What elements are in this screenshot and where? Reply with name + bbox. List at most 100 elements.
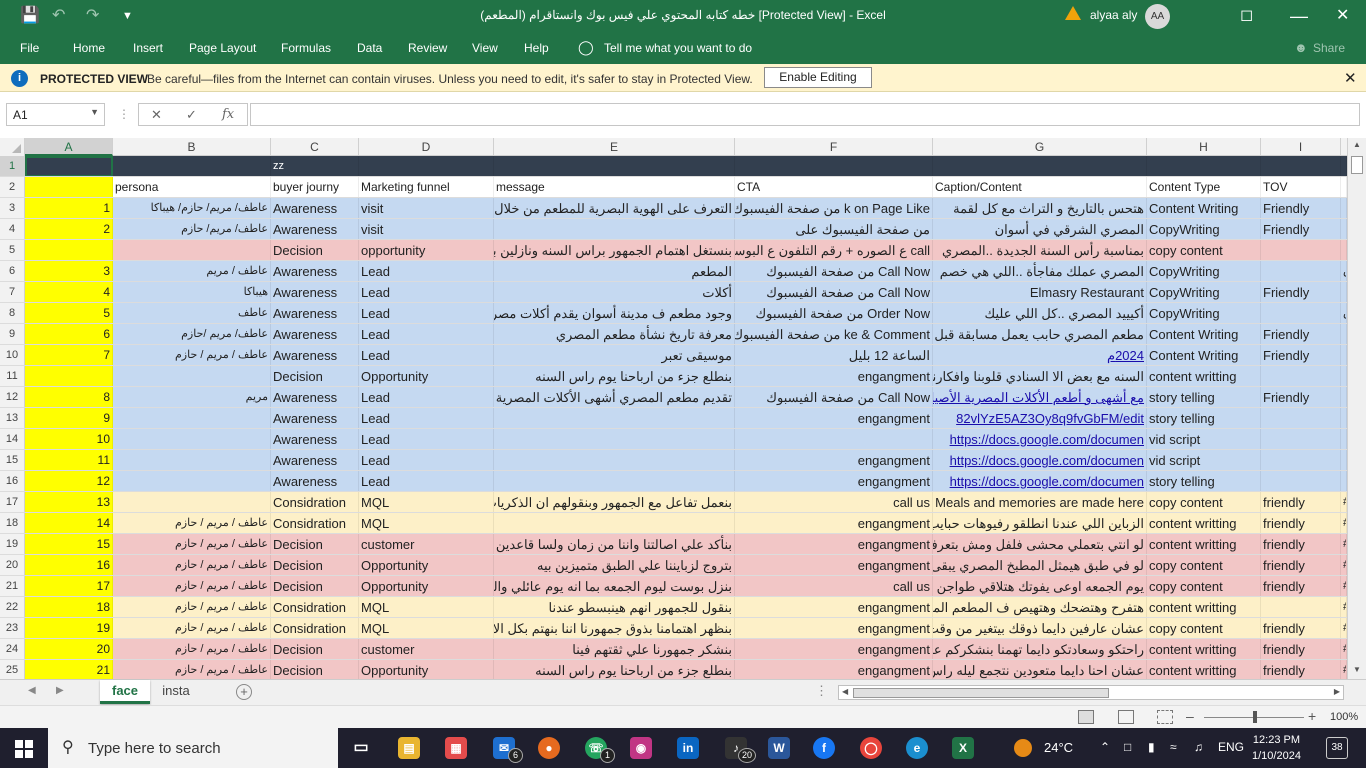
- cell-f-24[interactable]: engangment: [735, 639, 933, 659]
- row-number[interactable]: 11: [0, 366, 25, 386]
- cell-h-24[interactable]: content writting: [1147, 639, 1261, 659]
- column-header[interactable]: B: [113, 138, 271, 156]
- row-number[interactable]: 13: [0, 408, 25, 428]
- column-header[interactable]: D: [359, 138, 494, 156]
- horizontal-scroll-thumb[interactable]: [853, 688, 1109, 698]
- cell-g-12[interactable]: مع أشهى و أطعم الأكلات المصرية الأصيلة: [933, 387, 1147, 407]
- cell-f-1[interactable]: [735, 156, 933, 176]
- cell-f-17[interactable]: call us: [735, 492, 933, 512]
- page-break-view-icon[interactable]: [1157, 710, 1173, 724]
- tab-split-icon[interactable]: ⋮: [815, 683, 828, 699]
- cell-d-14[interactable]: Lead: [359, 429, 494, 449]
- cell-c-17[interactable]: Considration: [271, 492, 359, 512]
- cell-f-12[interactable]: Call Now من صفحة الفيسبوك: [735, 387, 933, 407]
- cell-g-6[interactable]: المصري عملك مفاجأة ..اللي هي خصم: [933, 261, 1147, 281]
- sheet-tab-face[interactable]: face: [100, 680, 150, 704]
- cell-f-19[interactable]: engangment: [735, 534, 933, 554]
- cell-i-13[interactable]: [1261, 408, 1341, 428]
- cell-h-6[interactable]: CopyWriting: [1147, 261, 1261, 281]
- cell-f-13[interactable]: engangment: [735, 408, 933, 428]
- cell-i-9[interactable]: Friendly: [1261, 324, 1341, 344]
- cell-g-4[interactable]: المصري الشرقي في أسوان: [933, 219, 1147, 239]
- cell-i-7[interactable]: Friendly: [1261, 282, 1341, 302]
- cell-c-8[interactable]: Awareness: [271, 303, 359, 323]
- cell-g-9[interactable]: مطعم المصري حابب يعمل مسابقة قبل ما: [933, 324, 1147, 344]
- column-header[interactable]: A: [25, 138, 113, 156]
- zoom-out-icon[interactable]: –: [1186, 708, 1194, 724]
- row-number[interactable]: 16: [0, 471, 25, 491]
- cell-c-4[interactable]: Awareness: [271, 219, 359, 239]
- cell-d-16[interactable]: Lead: [359, 471, 494, 491]
- cell-c-22[interactable]: Considration: [271, 597, 359, 617]
- warning-icon[interactable]: [1065, 6, 1081, 20]
- row-number[interactable]: 8: [0, 303, 25, 323]
- cell-e-21[interactable]: بنزل بوست ليوم الجمعه بما انه يوم عائلي …: [494, 576, 735, 596]
- cell-d-13[interactable]: Lead: [359, 408, 494, 428]
- cell-a-16[interactable]: 12: [25, 471, 113, 491]
- prev-sheet-icon[interactable]: ◀: [28, 685, 36, 696]
- cell-e-10[interactable]: موسيقى تعبر: [494, 345, 735, 365]
- store-icon[interactable]: ▦: [445, 737, 467, 759]
- word-icon[interactable]: W: [768, 737, 790, 759]
- cell-a-9[interactable]: 6: [25, 324, 113, 344]
- cell-b-17[interactable]: [113, 492, 271, 512]
- cell-f-4[interactable]: من صفحة الفيسبوك على: [735, 219, 933, 239]
- cell-b-19[interactable]: عاطف / مريم / حازم: [113, 534, 271, 554]
- cell-e-3[interactable]: التعرف على الهوية البصرية للمطعم من خلال…: [494, 198, 735, 218]
- scroll-right-icon[interactable]: ▶: [1334, 687, 1340, 696]
- cell-e-5[interactable]: بنستغل اهتمام الجمهور براس السنه ونازلين…: [494, 240, 735, 260]
- cell-e-7[interactable]: أكلات: [494, 282, 735, 302]
- avatar[interactable]: AA: [1145, 4, 1170, 29]
- add-sheet-button[interactable]: +: [236, 684, 252, 700]
- cell-i-25[interactable]: friendly: [1261, 660, 1341, 679]
- cell-g-22[interactable]: هتفرح وهتضحك وهتهيص ف المطعم المص: [933, 597, 1147, 617]
- cell-c-15[interactable]: Awareness: [271, 450, 359, 470]
- cell-d-21[interactable]: Opportunity: [359, 576, 494, 596]
- cell-c-6[interactable]: Awareness: [271, 261, 359, 281]
- cell-h-5[interactable]: copy content: [1147, 240, 1261, 260]
- cell-f-22[interactable]: engangment: [735, 597, 933, 617]
- cell-h-16[interactable]: story telling: [1147, 471, 1261, 491]
- cell-e-18[interactable]: [494, 513, 735, 533]
- cell-i-1[interactable]: [1261, 156, 1341, 176]
- row-number[interactable]: 22: [0, 597, 25, 617]
- cell-b-11[interactable]: [113, 366, 271, 386]
- cell-g-3[interactable]: هتحس بالتاريخ و التراث مع كل لقمة: [933, 198, 1147, 218]
- row-number[interactable]: 10: [0, 345, 25, 365]
- cell-i-24[interactable]: friendly: [1261, 639, 1341, 659]
- cell-f-14[interactable]: [735, 429, 933, 449]
- cell-a-1[interactable]: [25, 156, 113, 176]
- scroll-up-icon[interactable]: ▲: [1353, 140, 1361, 149]
- zoom-level[interactable]: 100%: [1330, 711, 1358, 723]
- cell-f-11[interactable]: engangment: [735, 366, 933, 386]
- cell-a-21[interactable]: 17: [25, 576, 113, 596]
- cell-g-2[interactable]: Caption/Content: [933, 177, 1147, 197]
- taskbar-search[interactable]: ⚲ Type here to search: [48, 728, 338, 768]
- scroll-left-icon[interactable]: ◀: [842, 687, 848, 696]
- clock[interactable]: 12:23 PM 1/10/2024: [1252, 732, 1301, 764]
- row-number[interactable]: 12: [0, 387, 25, 407]
- cell-d-7[interactable]: Lead: [359, 282, 494, 302]
- cell-i-18[interactable]: friendly: [1261, 513, 1341, 533]
- cell-a-25[interactable]: 21: [25, 660, 113, 679]
- cell-i-19[interactable]: friendly: [1261, 534, 1341, 554]
- cell-c-13[interactable]: Awareness: [271, 408, 359, 428]
- cell-h-23[interactable]: copy content: [1147, 618, 1261, 638]
- cell-h-1[interactable]: [1147, 156, 1261, 176]
- cell-a-2[interactable]: [25, 177, 113, 197]
- cell-d-4[interactable]: visit: [359, 219, 494, 239]
- cell-g-13[interactable]: 82vlYzE5AZ3Oy8q9fvGbFM/edit: [933, 408, 1147, 428]
- cell-f-3[interactable]: k on Page Like من صفحة الفيسبوك: [735, 198, 933, 218]
- zoom-in-icon[interactable]: +: [1308, 708, 1316, 724]
- cell-c-10[interactable]: Awareness: [271, 345, 359, 365]
- cell-e-24[interactable]: بنشكر جمهورنا علي ثقتهم فينا: [494, 639, 735, 659]
- cell-i-8[interactable]: [1261, 303, 1341, 323]
- cell-d-17[interactable]: MQL: [359, 492, 494, 512]
- cell-a-15[interactable]: 11: [25, 450, 113, 470]
- row-number[interactable]: 1: [0, 156, 25, 176]
- cell-d-18[interactable]: MQL: [359, 513, 494, 533]
- instagram-icon[interactable]: ◉: [630, 737, 652, 759]
- cell-b-14[interactable]: [113, 429, 271, 449]
- cell-a-20[interactable]: 16: [25, 555, 113, 575]
- cell-g-21[interactable]: يوم الجمعه اوعى يفوتك هتلاقي طواجن وفته: [933, 576, 1147, 596]
